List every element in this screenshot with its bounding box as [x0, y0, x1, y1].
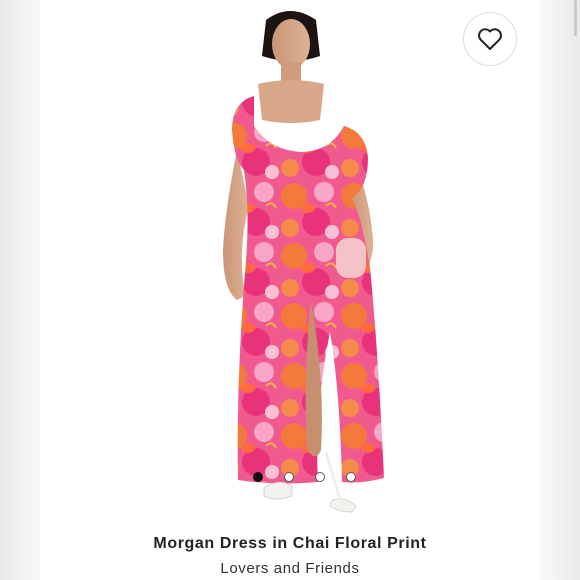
left-margin [0, 0, 40, 580]
product-image[interactable] [40, 0, 540, 525]
favorite-button[interactable] [463, 12, 517, 66]
product-card: Morgan Dress in Chai Floral Print Lovers… [40, 0, 540, 580]
scrollbar[interactable] [574, 0, 577, 36]
dress-illustration [223, 11, 384, 513]
gallery-dot-3[interactable] [315, 472, 325, 482]
gallery-dot-1[interactable] [253, 472, 263, 482]
product-title[interactable]: Morgan Dress in Chai Floral Print [40, 535, 540, 553]
gallery-dot-2[interactable] [284, 472, 294, 482]
gallery-dot-4[interactable] [346, 472, 356, 482]
right-shoe [329, 498, 357, 513]
face [272, 19, 310, 69]
chest [258, 80, 324, 123]
left-shoe [263, 482, 293, 500]
gallery-pagination [253, 471, 356, 483]
clutch [336, 238, 366, 278]
heart-icon [478, 28, 502, 50]
right-margin [540, 0, 580, 580]
product-brand[interactable]: Lovers and Friends [40, 560, 540, 577]
